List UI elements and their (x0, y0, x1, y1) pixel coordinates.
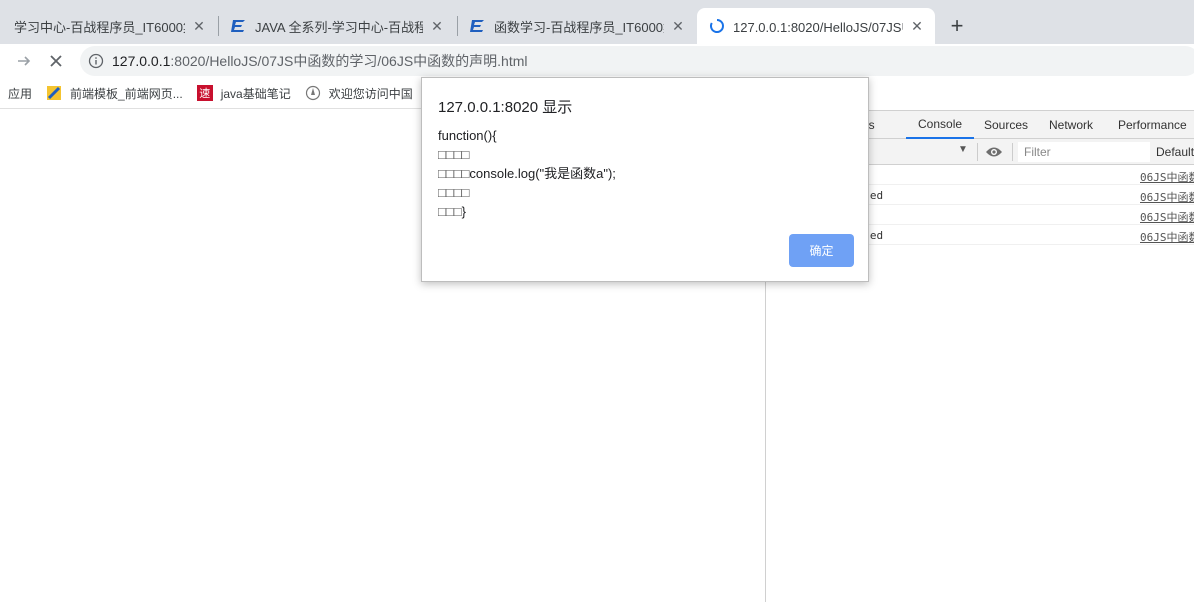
dialog-line: □□□□console.log("我是函数a"); (438, 166, 616, 181)
bz-logo-icon (470, 18, 486, 34)
console-source-link[interactable]: 06JS中函数 (1140, 229, 1194, 245)
tab-2[interactable]: JAVA 全系列-学习中心-百战程序 ✕ (219, 8, 455, 44)
close-icon (50, 55, 62, 67)
emblem-icon (305, 85, 321, 101)
tofu-glyphs: □□□□ (438, 185, 470, 200)
bookmark-label: 前端模板_前端网页... (70, 86, 183, 101)
tab-network[interactable]: Network (1049, 111, 1093, 139)
bookmark-favicon-icon (46, 85, 62, 101)
dialog-message: function(){ □□□□ □□□□console.log("我是函数a"… (438, 126, 616, 221)
bookmark-label: 欢迎您访问中国 (328, 86, 413, 101)
log-levels-dropdown[interactable]: Default (1156, 142, 1194, 162)
bookmark-label: java基础笔记 (220, 86, 291, 101)
dialog-line: □□□□ (438, 145, 616, 164)
url-path: :8020/HelloJS/07JS中函数的学习/06JS中函数的声明.html (170, 53, 528, 69)
toolbar-divider (1012, 143, 1013, 161)
dialog-line: □□□} (438, 204, 466, 219)
ok-button[interactable]: 确定 (789, 234, 854, 267)
tab-1[interactable]: 学习中心-百战程序员_IT6000集_ ✕ (0, 8, 217, 44)
chevron-down-icon[interactable]: ▼ (958, 144, 968, 155)
eye-icon[interactable] (985, 145, 1003, 159)
console-source-link[interactable]: 06JS中函数 (1140, 189, 1194, 205)
forward-button[interactable] (12, 49, 36, 73)
tab-strip: 学习中心-百战程序员_IT6000集_ ✕ JAVA 全系列-学习中心-百战程序… (0, 0, 1194, 44)
close-icon[interactable]: ✕ (191, 18, 207, 34)
console-source-link[interactable]: 06JS中函数 (1140, 169, 1194, 185)
speed-logo-icon: 速 (196, 85, 213, 101)
info-icon[interactable] (88, 53, 104, 69)
close-icon[interactable]: ✕ (670, 18, 686, 34)
tab-title: 函数学习-百战程序员_IT6000集_ (494, 19, 664, 35)
console-source-link[interactable]: 06JS中函数 (1140, 209, 1194, 225)
tofu-glyphs: □□□□ (438, 147, 470, 162)
close-icon[interactable]: ✕ (909, 18, 925, 34)
alert-dialog: 127.0.0.1:8020 显示 function(){ □□□□ □□□□c… (421, 77, 869, 282)
new-tab-button[interactable]: + (945, 13, 969, 38)
toolbar: 127.0.0.1:8020/HelloJS/07JS中函数的学习/06JS中函… (0, 44, 1194, 78)
tofu-glyphs: □□□□ (438, 166, 470, 181)
tab-title: 学习中心-百战程序员_IT6000集_ (14, 19, 185, 35)
close-icon[interactable]: ✕ (429, 18, 445, 34)
bookmark-item[interactable]: 前端模板_前端网页... (46, 85, 183, 102)
address-bar[interactable]: 127.0.0.1:8020/HelloJS/07JS中函数的学习/06JS中函… (80, 46, 1194, 76)
tab-sources[interactable]: Sources (984, 111, 1028, 139)
dialog-title: 127.0.0.1:8020 显示 (438, 99, 573, 116)
dialog-line: function(){ (438, 128, 497, 143)
stop-button[interactable] (44, 49, 68, 73)
tab-3[interactable]: 函数学习-百战程序员_IT6000集_ ✕ (458, 8, 696, 44)
tofu-glyphs: □□□ (438, 204, 462, 219)
bz-logo-icon (231, 18, 247, 34)
dialog-line: □□□□ (438, 183, 616, 202)
tab-title: JAVA 全系列-学习中心-百战程序 (255, 19, 423, 35)
console-filter-input[interactable]: Filter (1018, 142, 1150, 162)
arrow-right-icon (18, 56, 31, 66)
tab-title: 127.0.0.1:8020/HelloJS/07JS中函 (733, 19, 903, 35)
bookmark-label: 应用 (8, 86, 33, 101)
loading-spinner-icon (709, 18, 725, 34)
tab-active[interactable]: 127.0.0.1:8020/HelloJS/07JS中函 ✕ (697, 8, 935, 44)
tab-performance[interactable]: Performance (1118, 111, 1187, 139)
tab-console[interactable]: Console (906, 111, 975, 139)
bookmark-item[interactable]: 欢迎您访问中国 (305, 85, 413, 102)
toolbar-divider (977, 143, 978, 161)
bookmark-apps[interactable]: 应用 (8, 85, 32, 102)
bookmark-item[interactable]: 速 java基础笔记 (196, 85, 291, 102)
url-host: 127.0.0.1 (112, 53, 171, 69)
